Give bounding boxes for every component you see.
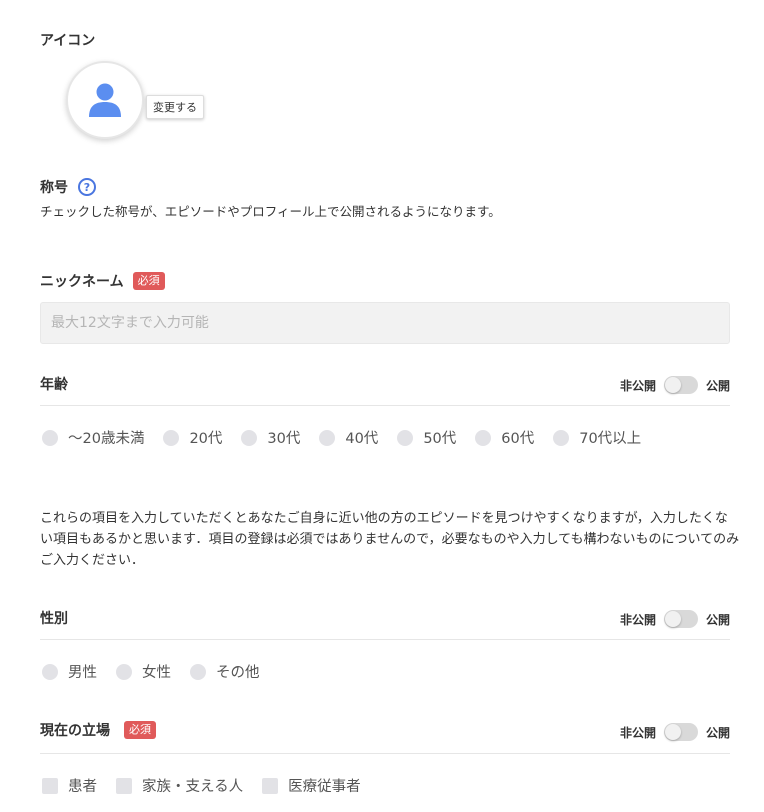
radio-button[interactable]	[116, 663, 132, 680]
radio-button[interactable]	[475, 429, 492, 446]
gender-option[interactable]: 男性	[42, 661, 97, 682]
age-option[interactable]: 50代	[397, 427, 456, 448]
position-header: 現在の立場 必須	[40, 720, 156, 740]
user-icon	[89, 83, 121, 117]
age-visibility-toggle: 非公開 公開	[620, 376, 730, 394]
age-label: 年齢	[40, 377, 68, 393]
required-badge: 必須	[124, 721, 156, 739]
public-label: 公開	[705, 612, 730, 627]
public-label: 公開	[705, 378, 730, 393]
radio-button[interactable]	[163, 429, 180, 446]
gender-option[interactable]: その他	[190, 661, 260, 682]
age-options: 〜20歳未満 20代 30代 40代 50代 60代 70代以上	[42, 427, 660, 448]
private-label: 非公開	[619, 725, 656, 740]
title-description: チェックした称号が、エピソードやプロフィール上で公開されるようになります。	[40, 204, 501, 219]
nickname-label: ニックネーム	[40, 274, 124, 290]
help-icon[interactable]: ?	[78, 178, 96, 196]
avatar[interactable]	[66, 61, 144, 139]
position-visibility-toggle: 非公開 公開	[620, 723, 730, 741]
gender-public-switch[interactable]	[663, 610, 698, 628]
private-label: 非公開	[619, 612, 656, 627]
title-section-label: 称号	[40, 180, 68, 196]
gender-options: 男性 女性 その他	[42, 661, 279, 682]
checkbox[interactable]	[116, 777, 132, 794]
age-option[interactable]: 70代以上	[553, 427, 641, 448]
switch-knob	[664, 724, 681, 740]
private-label: 非公開	[619, 378, 656, 393]
radio-button[interactable]	[397, 429, 414, 446]
position-option[interactable]: 家族・支える人	[116, 775, 243, 796]
nickname-header: ニックネーム 必須	[40, 271, 165, 291]
position-option[interactable]: 医療従事者	[262, 775, 361, 796]
gender-option[interactable]: 女性	[116, 661, 171, 682]
required-badge: 必須	[132, 272, 165, 290]
position-public-switch[interactable]	[663, 723, 698, 741]
age-divider	[40, 405, 730, 406]
checkbox[interactable]	[262, 777, 279, 794]
switch-knob	[664, 377, 681, 393]
position-options: 患者 家族・支える人 医療従事者	[42, 775, 380, 796]
title-section-header: 称号 ?	[40, 177, 96, 197]
position-divider	[40, 753, 730, 754]
gender-label: 性別	[40, 611, 68, 627]
nickname-input[interactable]	[40, 302, 730, 344]
age-option[interactable]: 60代	[475, 427, 534, 448]
age-option[interactable]: 20代	[163, 427, 222, 448]
radio-button[interactable]	[42, 663, 58, 680]
change-avatar-button[interactable]: 変更する	[146, 95, 204, 119]
age-option[interactable]: 30代	[241, 427, 300, 448]
age-public-switch[interactable]	[663, 376, 698, 394]
radio-button[interactable]	[42, 429, 58, 446]
radio-button[interactable]	[190, 663, 206, 680]
checkbox[interactable]	[42, 777, 58, 794]
switch-knob	[664, 611, 681, 627]
gender-divider	[40, 639, 730, 640]
age-option[interactable]: 〜20歳未満	[42, 427, 144, 448]
icon-section-label: アイコン	[40, 33, 96, 49]
position-option[interactable]: 患者	[42, 775, 97, 796]
radio-button[interactable]	[319, 429, 336, 446]
gender-visibility-toggle: 非公開 公開	[620, 610, 730, 628]
radio-button[interactable]	[241, 429, 258, 446]
age-option[interactable]: 40代	[319, 427, 378, 448]
radio-button[interactable]	[553, 429, 570, 446]
public-label: 公開	[705, 725, 730, 740]
position-label: 現在の立場	[40, 723, 110, 739]
optional-info-paragraph: これらの項目を入力していただくとあなたご自身に近い他の方のエピソードを見つけやす…	[40, 511, 740, 568]
